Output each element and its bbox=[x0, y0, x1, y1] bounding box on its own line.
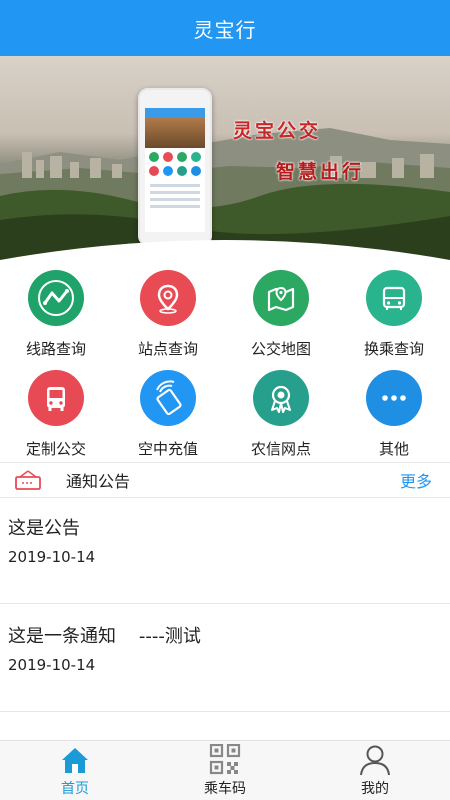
menu-label: 空中充值 bbox=[137, 440, 198, 458]
map-icon bbox=[253, 270, 309, 326]
menu-custom-bus[interactable]: 定制公交 bbox=[0, 362, 112, 460]
notice-item[interactable]: 这是一条通知 ----测试 2019-10-14 bbox=[0, 606, 450, 712]
banner-slogan-2: 智慧出行 bbox=[276, 161, 365, 183]
menu-online-recharge[interactable]: 空中充值 bbox=[112, 362, 224, 460]
menu-transfer-query[interactable]: 换乘查询 bbox=[338, 262, 450, 360]
home-icon bbox=[62, 748, 88, 773]
menu-other[interactable]: 其他 bbox=[338, 362, 450, 460]
user-icon bbox=[360, 745, 390, 776]
notice-more-link[interactable]: 更多 bbox=[400, 468, 432, 492]
notice-date: 2019-10-14 bbox=[8, 656, 96, 674]
bank-badge-icon bbox=[253, 370, 309, 426]
menu-route-query[interactable]: 线路查询 bbox=[0, 262, 112, 360]
menu-stop-query[interactable]: 站点查询 bbox=[112, 262, 224, 360]
qr-code-icon bbox=[209, 744, 241, 775]
notice-item[interactable]: 这是公告 2019-10-14 bbox=[0, 498, 450, 604]
banner-slogan-1: 灵宝公交 bbox=[233, 120, 322, 142]
notice-header: 通知公告 更多 bbox=[0, 462, 450, 498]
menu-label: 农信网点 bbox=[250, 440, 311, 458]
menu-label: 换乘查询 bbox=[363, 340, 424, 358]
location-pin-icon bbox=[140, 270, 196, 326]
tab-mine[interactable]: 我的 bbox=[300, 741, 450, 800]
tab-ride-code[interactable]: 乘车码 bbox=[150, 741, 300, 800]
nfc-card-icon bbox=[140, 370, 196, 426]
bottom-tab-bar: 首页 乘车码 我的 bbox=[0, 740, 450, 800]
menu-rural-credit-outlets[interactable]: 农信网点 bbox=[225, 362, 337, 460]
menu-label: 定制公交 bbox=[25, 440, 86, 458]
app-title-bar: 灵宝行 bbox=[0, 0, 450, 56]
notice-board-icon bbox=[15, 470, 41, 490]
more-dots-icon bbox=[366, 370, 422, 426]
menu-bus-map[interactable]: 公交地图 bbox=[225, 262, 337, 360]
menu-label: 公交地图 bbox=[250, 340, 311, 358]
notice-date: 2019-10-14 bbox=[8, 548, 96, 566]
banner-curve-divider bbox=[0, 240, 450, 266]
notice-section-title: 通知公告 bbox=[66, 472, 131, 491]
notice-title: 这是一条通知 ----测试 bbox=[8, 626, 201, 647]
feature-grid: 线路查询 站点查询 公交地图 换乘查询 定制公交 空中充值 农信网点 其他 bbox=[0, 262, 450, 460]
menu-label: 站点查询 bbox=[137, 340, 198, 358]
tab-label: 首页 bbox=[61, 781, 89, 797]
bus-icon bbox=[28, 370, 84, 426]
notice-title: 这是公告 bbox=[8, 518, 80, 539]
page-title: 灵宝行 bbox=[193, 17, 257, 42]
route-icon bbox=[28, 270, 84, 326]
menu-label: 线路查询 bbox=[25, 340, 86, 358]
menu-label: 其他 bbox=[378, 440, 409, 458]
tab-label: 乘车码 bbox=[204, 781, 246, 797]
bus-transfer-icon bbox=[366, 270, 422, 326]
phone-mockup-image bbox=[138, 88, 212, 246]
tab-home[interactable]: 首页 bbox=[0, 741, 150, 800]
tab-label: 我的 bbox=[361, 781, 389, 797]
